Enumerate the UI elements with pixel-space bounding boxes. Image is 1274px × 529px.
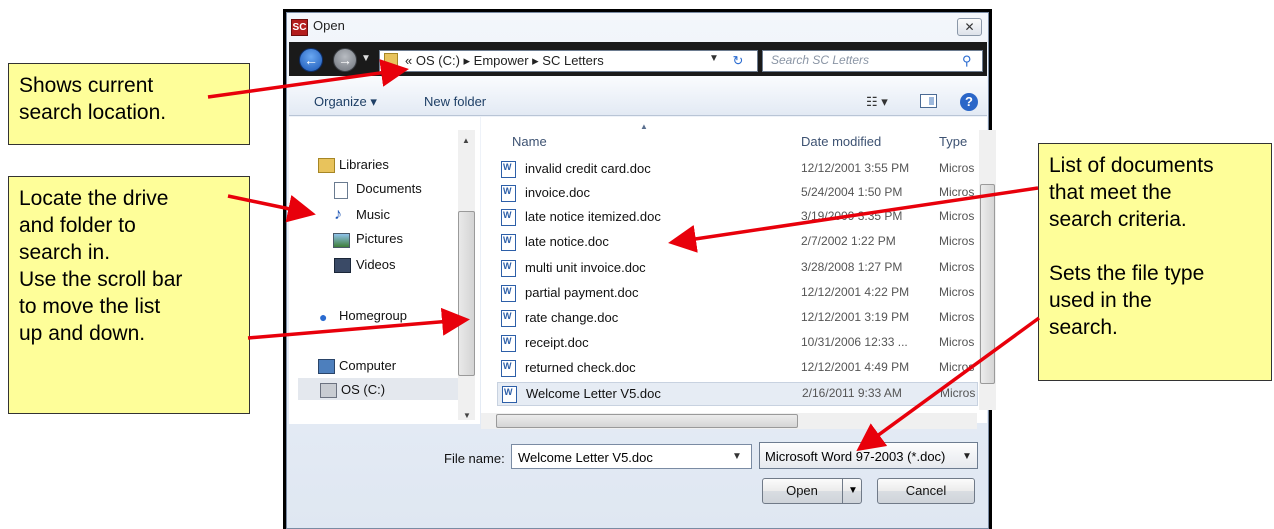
arrow-location <box>207 59 409 99</box>
arrow-documents <box>668 186 1039 253</box>
annotation-arrows <box>207 59 1041 452</box>
arrow-filetype <box>856 316 1041 452</box>
arrow-drive <box>227 194 316 223</box>
arrow-scrollbar <box>247 307 470 340</box>
